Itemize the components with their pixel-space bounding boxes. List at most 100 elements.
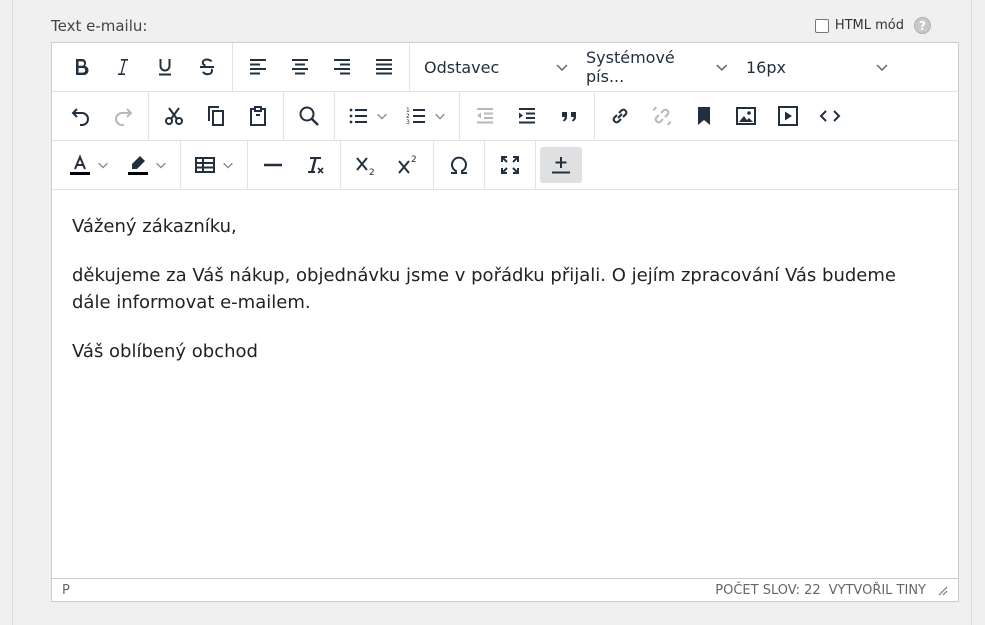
search-replace-button[interactable]: [288, 98, 330, 134]
body-paragraph: děkujeme za Váš nákup, objednávku jsme v…: [72, 265, 896, 313]
align-left-button[interactable]: [237, 49, 279, 85]
redo-button[interactable]: [102, 98, 144, 134]
omega-icon: [451, 156, 467, 174]
numbered-list-icon: 123: [406, 107, 425, 126]
highlighter-icon: [128, 156, 148, 175]
resize-handle-icon[interactable]: [936, 584, 948, 596]
media-icon: [778, 106, 798, 126]
bookmark-button[interactable]: [683, 98, 725, 134]
superscript-button[interactable]: 2: [387, 147, 429, 183]
subscript-icon: 2: [356, 157, 375, 177]
search-group: [284, 92, 335, 140]
align-center-icon: [292, 59, 308, 75]
blockquote-button[interactable]: [548, 98, 590, 134]
bullet-list-icon: [349, 108, 367, 124]
html-mode-label: HTML mód: [834, 18, 904, 33]
bullet-list-button[interactable]: [339, 98, 397, 134]
block-format-select[interactable]: Odstavec: [414, 49, 576, 85]
special-character-button[interactable]: [438, 147, 480, 183]
image-icon: [736, 107, 756, 125]
strikethrough-icon: [200, 58, 214, 76]
align-center-button[interactable]: [279, 49, 321, 85]
code-button[interactable]: [809, 98, 851, 134]
paste-button[interactable]: [237, 98, 279, 134]
horizontal-rule-icon: [264, 163, 282, 167]
highlight-color-button[interactable]: [118, 147, 176, 183]
font-size-select[interactable]: 16px: [736, 49, 896, 85]
underline-button[interactable]: [144, 49, 186, 85]
misc-group: [248, 141, 341, 189]
italic-button[interactable]: [102, 49, 144, 85]
superscript-icon: 2: [398, 155, 417, 174]
font-size-value: 16px: [746, 57, 786, 77]
select-group: Odstavec Systémové pís... 16px: [410, 43, 900, 91]
indent-button[interactable]: [506, 98, 548, 134]
toolbar-row-2: 123: [52, 92, 958, 141]
indent-group: [460, 92, 595, 140]
scissors-icon: [165, 107, 183, 125]
insert-content-group: [536, 141, 586, 189]
undo-icon: [71, 108, 89, 126]
link-button[interactable]: [599, 98, 641, 134]
help-icon[interactable]: ?: [914, 17, 931, 34]
search-icon: [299, 106, 319, 126]
list-group: 123: [335, 92, 460, 140]
align-right-button[interactable]: [321, 49, 363, 85]
underline-icon: [159, 59, 171, 76]
view-group: [485, 141, 536, 189]
word-count[interactable]: POČET SLOV: 22: [715, 583, 820, 598]
script-group: 2 2: [341, 141, 434, 189]
table-group: [181, 141, 248, 189]
toolbar-row-1: Odstavec Systémové pís... 16px: [52, 43, 958, 92]
code-icon: [819, 110, 841, 122]
insert-plus-icon: [552, 157, 570, 174]
html-mode-toggle[interactable]: HTML mód ?: [814, 17, 931, 34]
outdent-button[interactable]: [464, 98, 506, 134]
chevron-down-icon: [556, 64, 568, 72]
svg-text:2: 2: [369, 168, 375, 177]
subscript-button[interactable]: 2: [345, 147, 387, 183]
strikethrough-button[interactable]: [186, 49, 228, 85]
bold-button[interactable]: [60, 49, 102, 85]
text-color-button[interactable]: [60, 147, 118, 183]
insert-group: [595, 92, 855, 140]
chevron-down-icon: [716, 64, 728, 71]
quote-icon: [562, 112, 576, 122]
block-format-value: Odstavec: [424, 57, 500, 77]
font-family-value: Systémové pís...: [586, 48, 675, 86]
html-mode-checkbox[interactable]: [814, 18, 829, 33]
charmap-group: [434, 141, 485, 189]
cut-button[interactable]: [153, 98, 195, 134]
numbered-list-button[interactable]: 123: [397, 98, 455, 134]
svg-text:2: 2: [411, 155, 417, 165]
italic-icon: [118, 59, 128, 75]
fullscreen-button[interactable]: [489, 147, 531, 183]
outdent-icon: [477, 108, 493, 124]
form-panel: Text e-mailu: HTML mód ? Odstavec Systém…: [12, 0, 972, 625]
table-button[interactable]: [185, 147, 243, 183]
clear-formatting-icon: [308, 157, 324, 174]
editor-content[interactable]: Vážený zákazníku, děkujeme za Váš nákup,…: [52, 191, 958, 579]
element-path[interactable]: P: [62, 583, 715, 598]
image-button[interactable]: [725, 98, 767, 134]
align-justify-button[interactable]: [363, 49, 405, 85]
clear-formatting-button[interactable]: [294, 147, 336, 183]
status-bar: P POČET SLOV: 22 VYTVOŘIL TINY: [52, 578, 958, 601]
chevron-down-icon: [377, 113, 387, 120]
powered-by-link[interactable]: VYTVOŘIL TINY: [829, 583, 926, 598]
undo-button[interactable]: [60, 98, 102, 134]
horizontal-rule-button[interactable]: [252, 147, 294, 183]
unlink-icon: [652, 106, 672, 126]
font-family-select[interactable]: Systémové pís...: [576, 48, 736, 86]
toolbar-row-3: 2 2: [52, 141, 958, 190]
clipboard-group: [149, 92, 284, 140]
copy-button[interactable]: [195, 98, 237, 134]
indent-icon: [519, 108, 535, 124]
color-group: [56, 141, 181, 189]
media-button[interactable]: [767, 98, 809, 134]
rich-text-editor: Odstavec Systémové pís... 16px 1 2 3 2 2…: [51, 42, 959, 602]
fullscreen-icon: [501, 156, 519, 174]
copy-icon: [208, 106, 224, 126]
insert-content-button[interactable]: [540, 147, 582, 183]
unlink-button[interactable]: [641, 98, 683, 134]
